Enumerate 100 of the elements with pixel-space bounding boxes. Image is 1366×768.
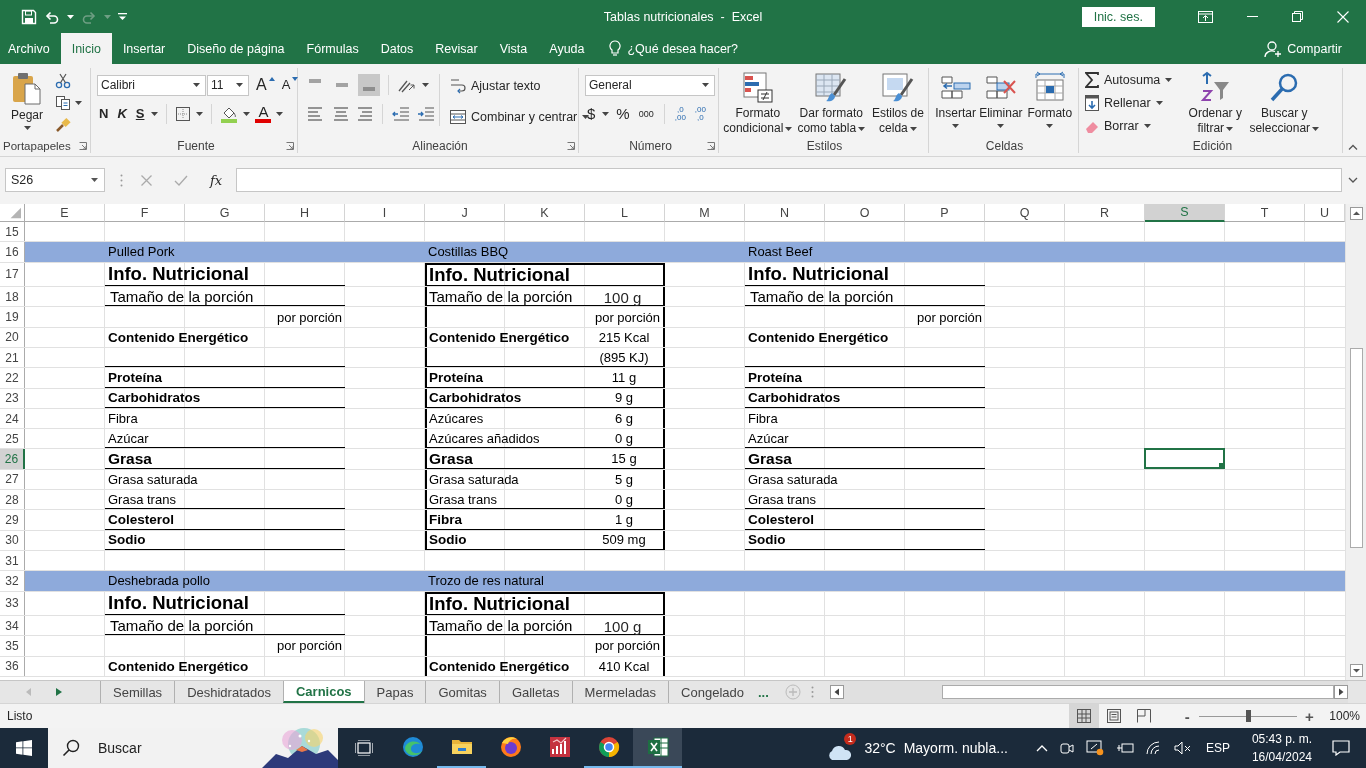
ribbon-tab[interactable]: Insertar xyxy=(111,33,177,64)
italic-button[interactable]: K xyxy=(115,105,129,123)
caret-icon[interactable] xyxy=(193,83,200,87)
zoom-slider-thumb[interactable] xyxy=(1246,710,1252,722)
caret-icon[interactable] xyxy=(75,101,82,105)
column-header[interactable]: F xyxy=(105,204,185,222)
undo-icon[interactable] xyxy=(44,9,60,24)
caret-icon[interactable] xyxy=(909,126,917,131)
ribbon-tab[interactable]: Datos xyxy=(369,33,425,64)
paint-bucket-icon[interactable] xyxy=(220,105,239,123)
sort-filter-button[interactable]: Ordenar y filtrar xyxy=(1182,68,1249,136)
caret-icon[interactable] xyxy=(422,83,429,87)
copy-icon[interactable] xyxy=(55,95,71,111)
format-cells-button[interactable]: Formato xyxy=(1023,68,1076,128)
caret-icon[interactable] xyxy=(236,83,243,87)
column-header[interactable]: O xyxy=(825,204,905,222)
column-header[interactable]: G xyxy=(185,204,265,222)
search-box[interactable]: Buscar xyxy=(48,728,338,768)
camera-icon[interactable] xyxy=(1059,740,1074,756)
shrink-font-button[interactable]: A xyxy=(279,76,293,94)
task-view-icon[interactable] xyxy=(355,740,373,756)
column-header[interactable]: E xyxy=(25,204,105,222)
chevron-up-icon[interactable] xyxy=(1035,744,1048,752)
column-header[interactable]: S xyxy=(1145,204,1225,222)
font-color-button[interactable]: A xyxy=(255,105,272,123)
language-indicator[interactable]: ESP xyxy=(1205,741,1230,755)
column-header[interactable]: M xyxy=(665,204,745,222)
grow-font-button[interactable]: A xyxy=(254,76,269,94)
bold-button[interactable]: N xyxy=(97,105,111,123)
clock-date[interactable]: 16/04/2024 xyxy=(1251,748,1312,766)
battery-icon[interactable] xyxy=(1115,741,1134,755)
wifi-icon[interactable] xyxy=(1145,741,1162,755)
customize-icon[interactable] xyxy=(118,12,127,21)
caret-icon[interactable] xyxy=(602,112,610,116)
taskbar-button[interactable] xyxy=(633,728,682,768)
caret-icon[interactable] xyxy=(1046,124,1054,128)
collapse-ribbon-icon[interactable] xyxy=(1348,144,1358,150)
thousands-button[interactable]: 000 xyxy=(636,105,656,123)
save-icon[interactable] xyxy=(21,8,37,25)
next-sheet-icon[interactable] xyxy=(56,688,62,696)
conditional-format-button[interactable]: Formato condicional xyxy=(723,68,793,136)
fill-button[interactable]: Rellenar xyxy=(1085,92,1173,113)
dialog-launcher-icon[interactable] xyxy=(567,142,575,150)
scroll-up-icon[interactable] xyxy=(1349,207,1363,220)
column-header[interactable]: N xyxy=(745,204,825,222)
restore-icon[interactable] xyxy=(1292,11,1303,22)
formula-input[interactable] xyxy=(236,168,1342,192)
autosum-button[interactable]: Autosuma xyxy=(1085,69,1173,90)
caret-icon[interactable] xyxy=(785,126,793,131)
caret-icon[interactable] xyxy=(243,112,251,116)
format-as-table-button[interactable]: Dar formato como tabla xyxy=(792,68,870,136)
scissors-icon[interactable] xyxy=(55,73,71,89)
close-icon[interactable] xyxy=(1337,10,1349,23)
zoom-out-button[interactable]: - xyxy=(1181,707,1194,725)
scroll-right-icon[interactable] xyxy=(1334,685,1348,699)
sign-in-button[interactable]: Inic. ses. xyxy=(1081,6,1155,27)
caret-icon[interactable] xyxy=(1143,123,1151,128)
cell-styles-button[interactable]: Estilos de celda xyxy=(869,68,926,136)
ribbon-tab[interactable]: Diseño de página xyxy=(176,33,296,64)
currency-button[interactable]: $ xyxy=(585,105,598,123)
paste-button[interactable]: Pegar xyxy=(5,68,49,130)
column-header[interactable]: Q xyxy=(985,204,1065,222)
decrease-decimal-button[interactable]: ,00 ,0 xyxy=(692,106,708,122)
caret-icon[interactable] xyxy=(23,126,31,130)
caret-icon[interactable] xyxy=(67,14,74,19)
caret-icon[interactable] xyxy=(151,112,159,116)
name-box[interactable]: S26 xyxy=(5,168,105,192)
normal-view-icon[interactable] xyxy=(1069,704,1100,728)
caret-icon[interactable] xyxy=(1165,77,1173,82)
increase-indent-icon[interactable] xyxy=(416,104,436,124)
ribbon-tab[interactable]: Archivo xyxy=(0,33,61,64)
ribbon-tab[interactable]: Fórmulas xyxy=(295,33,370,64)
column-header[interactable]: H xyxy=(265,204,345,222)
speaker-muted-icon[interactable] xyxy=(1173,741,1192,755)
delete-cells-button[interactable]: Eliminar xyxy=(978,68,1024,128)
font-size-dropdown[interactable]: 11 xyxy=(207,74,249,96)
caret-icon[interactable] xyxy=(196,112,204,116)
caret-icon[interactable] xyxy=(997,124,1005,128)
scroll-left-icon[interactable] xyxy=(829,685,844,699)
ribbon-tab[interactable]: Revisar xyxy=(424,33,489,64)
splitter-icon[interactable] xyxy=(120,173,123,187)
column-header[interactable]: T xyxy=(1225,204,1305,222)
decrease-indent-icon[interactable] xyxy=(391,104,411,124)
column-header[interactable]: J xyxy=(425,204,505,222)
number-format-dropdown[interactable]: General xyxy=(585,74,715,96)
font-dropdown[interactable]: Calibri xyxy=(97,74,206,96)
dialog-launcher-icon[interactable] xyxy=(707,142,715,150)
caret-icon[interactable] xyxy=(276,112,284,116)
column-header[interactable]: P xyxy=(905,204,985,222)
column-header[interactable]: I xyxy=(345,204,425,222)
ribbon-tab[interactable]: Vista xyxy=(488,33,539,64)
clock-time[interactable]: 05:43 p. m. xyxy=(1251,730,1312,748)
scrollbar-thumb[interactable] xyxy=(1349,348,1363,548)
insert-cells-button[interactable]: Insertar xyxy=(933,68,979,128)
notifications-icon[interactable] xyxy=(1332,740,1350,756)
find-select-button[interactable]: Buscar y seleccionar xyxy=(1248,68,1321,136)
dialog-launcher-icon[interactable] xyxy=(79,142,87,150)
more-sheets-button[interactable]: ... xyxy=(756,681,773,703)
expand-icon[interactable] xyxy=(1348,177,1358,183)
ribbon-tab[interactable]: Inicio xyxy=(60,33,112,64)
